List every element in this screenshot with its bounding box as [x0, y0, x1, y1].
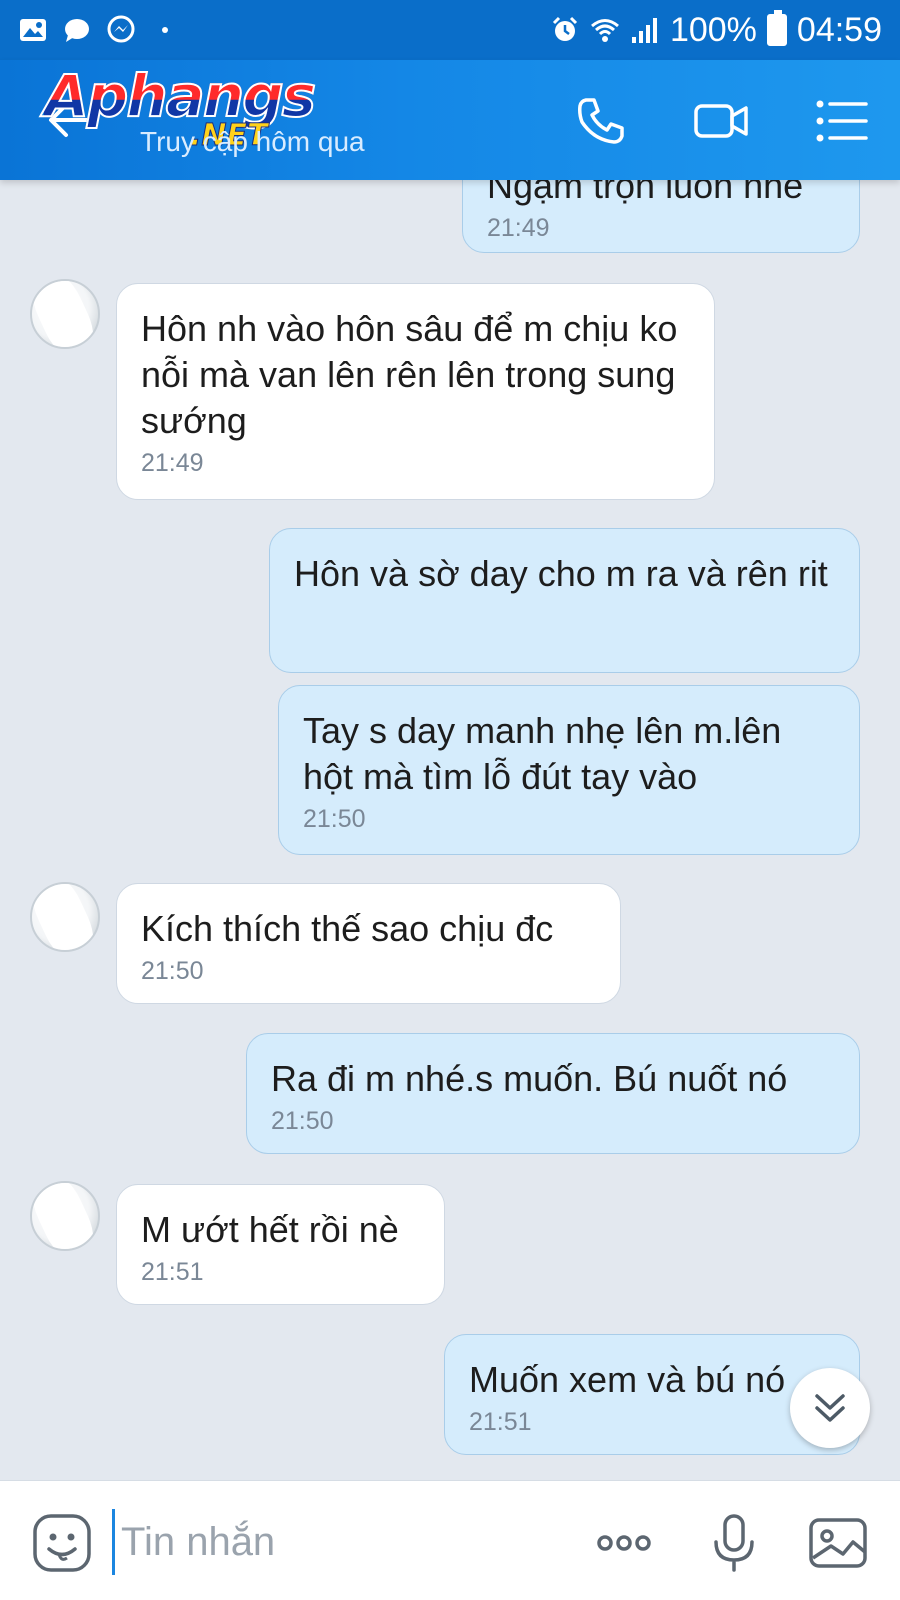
- status-bar-notifications: [18, 15, 180, 45]
- phone-icon: [578, 98, 624, 144]
- message-text: M ướt hết rồi nè: [141, 1209, 399, 1250]
- double-chevron-down-icon: [815, 1394, 845, 1422]
- clock: 04:59: [796, 10, 882, 49]
- avatar[interactable]: [30, 882, 100, 952]
- message-time: 21:51: [141, 1258, 204, 1286]
- message-time: 21:49: [141, 449, 204, 477]
- status-bar: 100% 04:59: [0, 0, 900, 60]
- list-menu-icon: [816, 100, 868, 142]
- message-time: 21:50: [141, 957, 204, 985]
- voice-call-button[interactable]: [570, 90, 632, 152]
- wifi-icon: [590, 15, 620, 45]
- message-time: 21:49: [487, 214, 550, 242]
- battery-icon: [766, 10, 787, 46]
- message-bubble-outgoing[interactable]: Ra đi m nhé.s muốn. Bú nuốt nó 21:50: [246, 1033, 860, 1154]
- message-bubble-incoming[interactable]: M ướt hết rồi nè 21:51: [116, 1184, 445, 1305]
- message-list[interactable]: Ngậm trọn luôn nhé 21:49 Hôn nh vào hôn …: [0, 180, 900, 1480]
- battery-percentage: 100%: [669, 10, 757, 49]
- message-time: 21:50: [303, 805, 366, 833]
- chat-header: Aphangs .NET Truy cập hôm qua: [0, 60, 900, 180]
- options-menu-button[interactable]: [810, 90, 872, 152]
- video-camera-icon: [694, 104, 748, 138]
- message-bubble-incoming[interactable]: Hôn nh vào hôn sâu để m chịu ko nỗi mà v…: [116, 283, 715, 500]
- message-text: Muốn xem và bú nó: [469, 1359, 786, 1400]
- message-bubble-incoming[interactable]: Kích thích thế sao chịu đc 21:50: [116, 883, 621, 1004]
- chat-bubble-icon: [62, 15, 92, 45]
- message-input[interactable]: [112, 1509, 552, 1575]
- avatar[interactable]: [30, 279, 100, 349]
- avatar[interactable]: [30, 1181, 100, 1251]
- messenger-icon: [106, 15, 136, 45]
- logo-main-text: Aphangs: [43, 61, 317, 131]
- message-text: Tay s day manh nhẹ lên m.lên hột mà tìm …: [303, 710, 792, 797]
- voice-message-button[interactable]: [702, 1511, 766, 1575]
- emoji-button[interactable]: [30, 1511, 94, 1575]
- more-dots-icon: [597, 1535, 651, 1551]
- status-bar-system: 100% 04:59: [550, 10, 882, 50]
- message-composer: [0, 1480, 900, 1600]
- image-icon: [809, 1518, 867, 1568]
- message-bubble-outgoing[interactable]: Ngậm trọn luôn nhé 21:49: [462, 180, 860, 253]
- message-text: Hôn nh vào hôn sâu để m chịu ko nỗi mà v…: [141, 308, 688, 441]
- last-seen-status: Truy cập hôm qua: [140, 126, 365, 157]
- message-text: Ra đi m nhé.s muốn. Bú nuốt nó: [271, 1058, 788, 1099]
- scroll-to-bottom-button[interactable]: [790, 1368, 870, 1448]
- message-bubble-outgoing[interactable]: Tay s day manh nhẹ lên m.lên hột mà tìm …: [278, 685, 860, 855]
- message-bubble-outgoing[interactable]: Hôn và sờ day cho m ra và rên rit: [269, 528, 860, 673]
- dot-icon: [150, 15, 180, 45]
- smiley-sticker-icon: [33, 1514, 91, 1572]
- gallery-icon: [18, 15, 48, 45]
- message-text: Hôn và sờ day cho m ra và rên rit: [294, 553, 828, 594]
- message-text: Ngậm trọn luôn nhé: [487, 180, 804, 206]
- microphone-icon: [714, 1514, 754, 1572]
- send-image-button[interactable]: [806, 1511, 870, 1575]
- message-time: 21:51: [469, 1408, 532, 1436]
- video-call-button[interactable]: [690, 90, 752, 152]
- message-time: 21:50: [271, 1107, 334, 1135]
- alarm-icon: [550, 15, 580, 45]
- message-text: Kích thích thế sao chịu đc: [141, 908, 554, 949]
- signal-icon: [630, 15, 660, 45]
- more-options-button[interactable]: [592, 1511, 656, 1575]
